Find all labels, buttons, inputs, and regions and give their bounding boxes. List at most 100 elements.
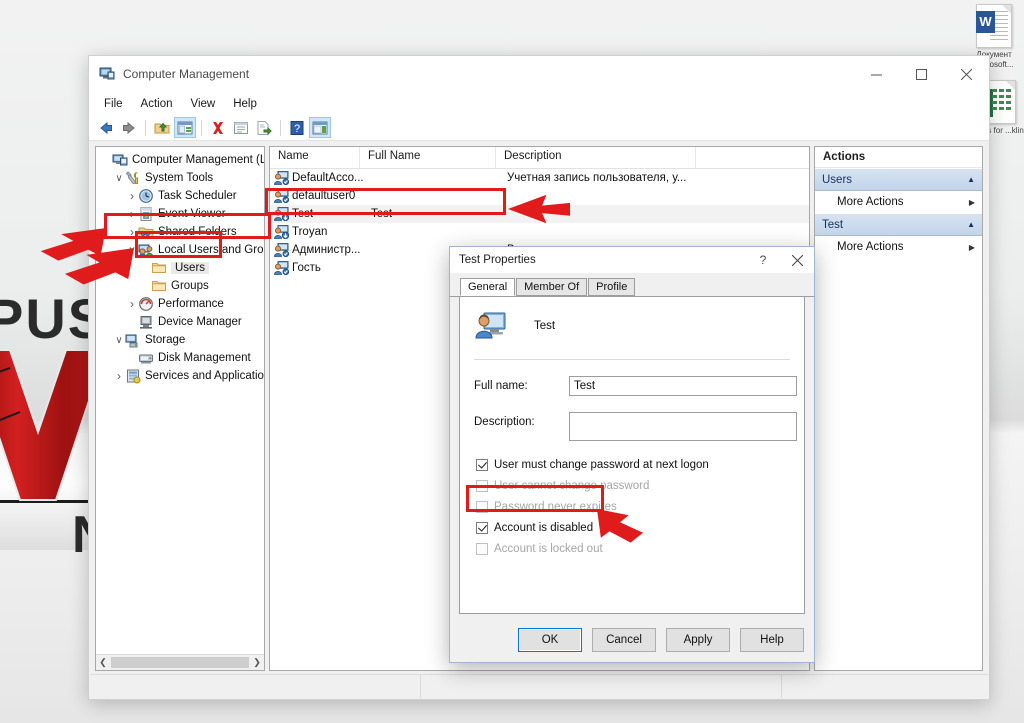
show-hide-console-tree-button[interactable] (174, 117, 196, 138)
description-label: Description: (474, 416, 535, 428)
actions-pane: Actions Users ▲ More Actions ▶ Test ▲ More Act… (814, 146, 983, 671)
dialog-buttons: OK Cancel Apply Help (518, 628, 804, 652)
tab-profile[interactable]: Profile (588, 278, 636, 296)
tree-item-shared-folders[interactable]: › Shared Folders (96, 223, 264, 241)
chevron-down-icon[interactable]: ∨ (113, 173, 125, 184)
cancel-button[interactable]: Cancel (592, 628, 656, 652)
chevron-right-icon[interactable]: › (113, 369, 125, 383)
menu-bar: File Action View Help (89, 92, 989, 115)
account-is-disabled-checkbox[interactable]: Account is disabled (476, 522, 804, 534)
folder-icon (151, 260, 167, 276)
chevron-right-icon[interactable]: › (126, 297, 138, 311)
back-button[interactable] (95, 117, 117, 138)
help-button[interactable]: ? (286, 117, 308, 138)
minimize-button[interactable] (854, 56, 899, 92)
menu-item-action[interactable]: Action (132, 95, 182, 113)
storage-icon (125, 332, 141, 348)
table-row[interactable]: DefaultAcco... Учетная запись пользовател… (270, 169, 809, 187)
checkbox-indicator[interactable] (476, 522, 488, 534)
chevron-down-icon[interactable]: ∨ (113, 335, 125, 346)
chevron-up-icon[interactable]: ▲ (967, 220, 975, 229)
delete-button[interactable] (207, 117, 229, 138)
dialog-titlebar[interactable]: Test Properties ? (450, 247, 814, 273)
toolbar-separator (201, 119, 202, 136)
chevron-right-icon[interactable]: ▶ (969, 243, 975, 252)
tree-item-computer-management-local[interactable]: Computer Management (Local (96, 151, 264, 169)
dialog-close-button[interactable] (780, 247, 814, 273)
status-pane-3 (782, 675, 988, 698)
list-column-headers: Name Full Name Description (270, 147, 809, 169)
tree-item-event-viewer[interactable]: › Event Viewer (96, 205, 264, 223)
tree-item-system-tools[interactable]: ∨ System Tools (96, 169, 264, 187)
account-options-list: User must change password at next logon U… (460, 459, 804, 555)
action-item-more-actions[interactable]: More Actions ▶ (815, 236, 982, 258)
table-row[interactable]: Troyan (270, 223, 809, 241)
column-header-description[interactable]: Description (496, 147, 696, 168)
toolbar-separator (280, 119, 281, 136)
ok-button[interactable]: OK (518, 628, 582, 652)
chevron-right-icon[interactable]: › (126, 207, 138, 221)
tree-horizontal-scrollbar[interactable]: ❮ ❯ (96, 654, 264, 670)
tree-item-label: Computer Management (Local (132, 154, 264, 166)
tab-general[interactable]: General (460, 278, 516, 296)
tree-item-storage[interactable]: ∨ Storage (96, 331, 264, 349)
action-item-more-actions[interactable]: More Actions ▶ (815, 191, 982, 213)
show-hide-action-pane-button[interactable] (309, 117, 331, 138)
actions-group-header-users[interactable]: Users ▲ (815, 168, 982, 191)
menu-item-view[interactable]: View (182, 95, 225, 113)
tree-item-label: Local Users and Groups (158, 244, 264, 256)
export-list-button[interactable] (253, 117, 275, 138)
word-document-icon: W (976, 4, 1012, 48)
tree-item-users[interactable]: Users (96, 259, 264, 277)
tab-member-of[interactable]: Member Of (516, 278, 588, 296)
status-pane-2 (421, 675, 782, 698)
chevron-right-icon[interactable]: › (126, 189, 138, 203)
password-never-expires-checkbox: Password never expires (476, 501, 804, 513)
menu-item-file[interactable]: File (95, 95, 132, 113)
column-header-name[interactable]: Name (270, 147, 360, 168)
dialog-help-button[interactable]: ? (746, 247, 780, 273)
checkbox-label: Account is disabled (494, 522, 594, 534)
full-name-label: Full name: (474, 380, 528, 392)
dialog-body: Test Full name: Description: User must c… (459, 297, 805, 614)
account-is-locked-out-checkbox: Account is locked out (476, 543, 804, 555)
tree-item-label: Performance (158, 298, 224, 310)
tree-item-local-users-and-groups[interactable]: ∨ Local Users and Groups (96, 241, 264, 259)
checkbox-indicator[interactable] (476, 459, 488, 471)
column-header-full-name[interactable]: Full Name (360, 147, 496, 168)
chevron-up-icon[interactable]: ▲ (967, 175, 975, 184)
forward-button[interactable] (118, 117, 140, 138)
window-titlebar[interactable]: Computer Management (89, 56, 989, 92)
tree-item-device-manager[interactable]: Device Manager (96, 313, 264, 331)
help-button[interactable]: Help (740, 628, 804, 652)
user-account-large-icon (474, 311, 506, 341)
full-name-field[interactable] (569, 376, 797, 396)
tree-item-performance[interactable]: › Performance (96, 295, 264, 313)
tree-item-task-scheduler[interactable]: › Task Scheduler (96, 187, 264, 205)
maximize-button[interactable] (899, 56, 944, 92)
user-must-change-password-checkbox[interactable]: User must change password at next logon (476, 459, 804, 471)
chevron-down-icon[interactable]: ∨ (126, 245, 138, 256)
tree-item-disk-management[interactable]: Disk Management (96, 349, 264, 367)
description-field[interactable] (569, 412, 797, 441)
scrollbar-thumb[interactable] (111, 657, 249, 668)
scroll-left-icon[interactable]: ❮ (96, 657, 110, 668)
up-one-level-button[interactable] (151, 117, 173, 138)
chevron-right-icon[interactable]: ▶ (969, 198, 975, 207)
tree-item-groups[interactable]: Groups (96, 277, 264, 295)
apply-button[interactable]: Apply (666, 628, 730, 652)
properties-button[interactable] (230, 117, 252, 138)
table-row[interactable]: Test Test (270, 205, 809, 223)
scroll-right-icon[interactable]: ❯ (250, 657, 264, 668)
full-name-row: Full name: (474, 376, 804, 396)
actions-group-header-test[interactable]: Test ▲ (815, 213, 982, 236)
chevron-right-icon[interactable]: › (126, 225, 138, 239)
close-button[interactable] (944, 56, 989, 92)
test-properties-dialog: Test Properties ? General Member Of Profil… (449, 246, 815, 663)
checkbox-indicator (476, 543, 488, 555)
tree-item-label: Shared Folders (158, 226, 237, 238)
table-row[interactable]: defaultuser0 (270, 187, 809, 205)
tree-item-services-and-applications[interactable]: › Services and Applications (96, 367, 264, 385)
menu-item-help[interactable]: Help (224, 95, 266, 113)
tree-item-label: Event Viewer (158, 208, 226, 220)
